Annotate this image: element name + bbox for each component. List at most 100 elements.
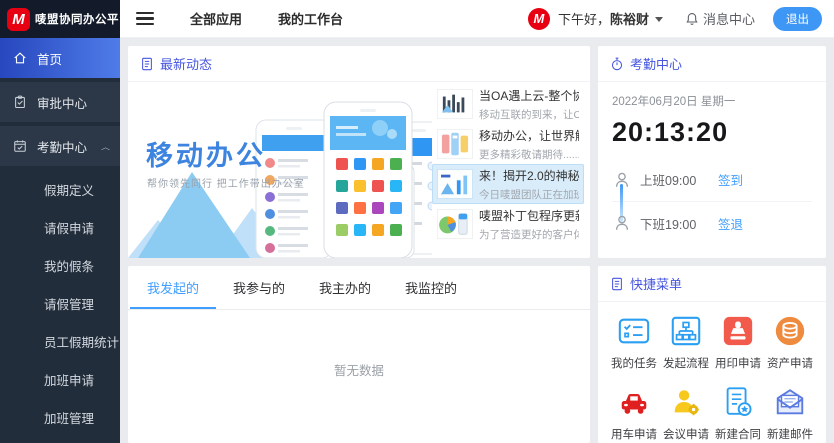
quick-item-new-contract[interactable]: 新建合同 — [712, 385, 764, 442]
sidebar-subitem-overtime-management[interactable]: 加班管理 — [0, 398, 120, 436]
check-out-label: 下班19:00 — [640, 214, 718, 233]
sidebar-item-home[interactable]: 首页 — [0, 38, 120, 78]
user-greeting[interactable]: 下午好，陈裕财 — [558, 9, 649, 28]
top-header: M 唛盟协同办公平台 全部应用 我的工作台 M 下午好，陈裕财 消息中心 退出 — [0, 0, 834, 38]
tab-monitored-by-me[interactable]: 我监控的 — [388, 266, 474, 309]
news-item-desc: 今日唛盟团队正在加班加点， — [479, 187, 579, 202]
news-item-title: 当OA遇上云-整个协同OA — [479, 87, 579, 104]
news-item[interactable]: 当OA遇上云-整个协同OA 移动互联的到来，让OA与云 — [432, 84, 584, 124]
quick-item-meeting-request[interactable]: 会议申请 — [660, 385, 712, 442]
sidebar-item-label: 首页 — [37, 49, 62, 68]
news-item-desc: 移动互联的到来，让OA与云 — [479, 107, 579, 122]
tasks-card: 我发起的 我参与的 我主办的 我监控的 暂无数据 — [128, 266, 590, 443]
check-out-link[interactable]: 签退 — [718, 214, 743, 233]
sidebar-item-attendance-center[interactable]: 考勤中心 ︿ — [0, 126, 120, 166]
nav-my-workbench[interactable]: 我的工作台 — [278, 9, 343, 28]
news-thumbnail — [437, 169, 473, 199]
news-thumbnail — [437, 129, 473, 159]
tab-initiated-by-me[interactable]: 我发起的 — [130, 266, 216, 309]
news-text: 唛盟补丁包程序更新 为了营造更好的客户体验，唛 — [479, 207, 579, 242]
sidebar-subitem-holiday-definition[interactable]: 假期定义 — [0, 170, 120, 208]
news-text: 来！揭开2.0的神秘面纱- 今日唛盟团队正在加班加点， — [479, 167, 579, 202]
sidebar-subitem-overtime-request[interactable]: 加班申请 — [0, 360, 120, 398]
quick-item-label: 新建邮件 — [767, 426, 813, 442]
attendance-clock: 20:13:20 — [612, 117, 812, 148]
attendance-date: 2022年06月20日 星期一 — [612, 93, 812, 109]
quick-menu-header: 快捷菜单 — [598, 266, 826, 302]
oa-dashboard: M 唛盟协同办公平台 全部应用 我的工作台 M 下午好，陈裕财 消息中心 退出 — [0, 0, 834, 443]
banner-subline: 帮你领先同行 把工作带出办公室 — [147, 175, 305, 190]
person-icon — [612, 171, 632, 189]
news-item[interactable]: 唛盟补丁包程序更新 为了营造更好的客户体验，唛 — [432, 204, 584, 244]
document-icon — [140, 57, 154, 71]
attendance-rows: 上班09:00 签到 下班19:00 签退 — [612, 158, 812, 244]
quick-menu-card: 快捷菜单 我的任务 — [598, 266, 826, 443]
check-in-link[interactable]: 签到 — [718, 170, 743, 189]
sidebar-item-label: 考勤中心 — [37, 137, 87, 156]
sidebar-item-approval-center[interactable]: 审批中心 — [0, 82, 120, 122]
quick-item-label: 新建合同 — [715, 426, 761, 442]
greeting-text: 下午好， — [558, 12, 610, 27]
left-column: 最新动态 — [128, 46, 590, 443]
check-in-label: 上班09:00 — [640, 170, 718, 189]
header-main: 全部应用 我的工作台 M 下午好，陈裕财 消息中心 退出 — [120, 0, 834, 38]
news-body: 移动办公 帮你领先同行 把工作带出办公室 当OA遇上云-整个协同OA — [128, 82, 590, 258]
news-text: 当OA遇上云-整个协同OA 移动互联的到来，让OA与云 — [479, 87, 579, 122]
news-item[interactable]: 移动办公，让世界触手可 更多精彩敬请期待....... — [432, 124, 584, 164]
sidebar-item-label: 审批中心 — [37, 93, 87, 112]
seal-icon — [721, 314, 755, 348]
latest-news-card: 最新动态 — [128, 46, 590, 258]
news-thumbnail — [437, 209, 473, 239]
user-dropdown-caret-icon[interactable] — [655, 17, 663, 22]
sidebar-subitem-my-leave-notes[interactable]: 我的假条 — [0, 246, 120, 284]
meeting-icon — [669, 385, 703, 419]
main-content: 最新动态 — [120, 38, 834, 443]
flow-icon — [669, 314, 703, 348]
news-item-title: 移动办公，让世界触手可 — [479, 127, 579, 144]
tasks-tabs: 我发起的 我参与的 我主办的 我监控的 — [128, 266, 590, 310]
news-item-selected[interactable]: 来！揭开2.0的神秘面纱- 今日唛盟团队正在加班加点， — [432, 164, 584, 204]
contract-icon — [721, 385, 755, 419]
person-icon — [612, 214, 632, 232]
quick-item-my-tasks[interactable]: 我的任务 — [608, 314, 660, 371]
message-center-label: 消息中心 — [703, 9, 755, 28]
username: 陈裕财 — [610, 12, 649, 27]
nav-all-apps[interactable]: 全部应用 — [190, 9, 242, 28]
tab-hosted-by-me[interactable]: 我主办的 — [302, 266, 388, 309]
news-thumbnail — [437, 89, 473, 119]
tasks-icon — [617, 314, 651, 348]
quick-item-start-flow[interactable]: 发起流程 — [660, 314, 712, 371]
quick-item-seal-request[interactable]: 用印申请 — [712, 314, 764, 371]
chevron-up-icon: ︿ — [101, 141, 110, 151]
calendar-check-icon — [13, 139, 27, 153]
check-out-row: 下班19:00 签退 — [612, 201, 812, 244]
news-banner[interactable]: 移动办公 帮你领先同行 把工作带出办公室 — [128, 82, 432, 258]
attendance-title: 考勤中心 — [630, 54, 682, 73]
news-text: 移动办公，让世界触手可 更多精彩敬请期待....... — [479, 127, 579, 162]
quick-item-label: 发起流程 — [663, 355, 709, 371]
bell-icon — [685, 12, 699, 26]
quick-item-label: 用印申请 — [715, 355, 761, 371]
clipboard-icon — [13, 95, 27, 109]
quick-item-vehicle-request[interactable]: 用车申请 — [608, 385, 660, 442]
quick-item-label: 资产申请 — [767, 355, 813, 371]
tab-participated-by-me[interactable]: 我参与的 — [216, 266, 302, 309]
quick-item-asset-request[interactable]: 资产申请 — [764, 314, 816, 371]
sidebar-subitem-leave-request[interactable]: 请假申请 — [0, 208, 120, 246]
attendance-header: 考勤中心 — [598, 46, 826, 82]
menu-toggle-icon[interactable] — [136, 12, 154, 26]
sidebar-subitem-leave-management[interactable]: 请假管理 — [0, 284, 120, 322]
notebook-icon — [610, 277, 624, 291]
check-in-row: 上班09:00 签到 — [612, 158, 812, 201]
empty-state-text: 暂无数据 — [128, 310, 590, 379]
home-icon — [13, 51, 27, 65]
user-avatar[interactable]: M — [528, 8, 550, 30]
quick-menu-title: 快捷菜单 — [630, 274, 682, 293]
quick-menu-grid: 我的任务 发起流程 — [598, 302, 826, 442]
quick-item-new-mail[interactable]: 新建邮件 — [764, 385, 816, 442]
asset-icon — [773, 314, 807, 348]
sidebar: 首页 审批中心 考勤中心 ︿ 假期定义 请假申请 我的假条 请假管理 员工假期统… — [0, 38, 120, 443]
message-center-link[interactable]: 消息中心 — [685, 9, 755, 28]
sidebar-subitem-employee-holiday-stats[interactable]: 员工假期统计 — [0, 322, 120, 360]
logout-button[interactable]: 退出 — [773, 7, 822, 31]
